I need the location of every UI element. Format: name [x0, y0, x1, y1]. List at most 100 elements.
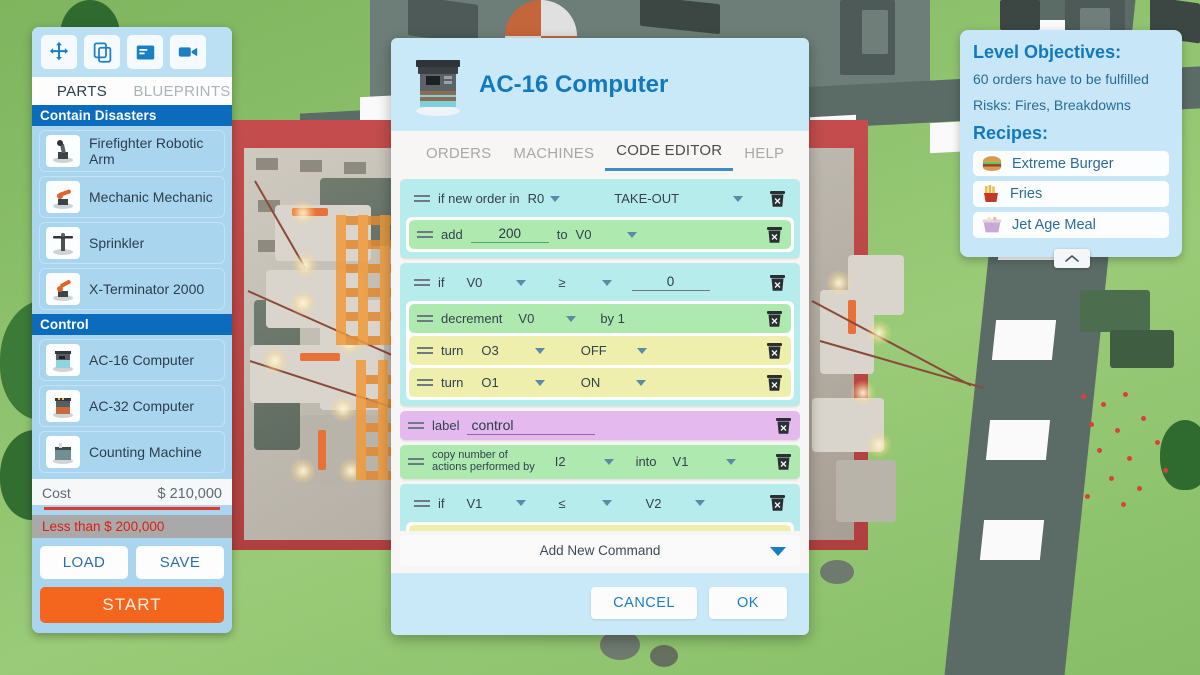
part-item-mechanic-mechanic[interactable]: Mechanic Mechanic: [39, 176, 225, 218]
mechanic-arm-icon: [53, 189, 73, 209]
part-item-x-terminator-2000[interactable]: X-Terminator 2000: [39, 268, 225, 310]
drag-handle-icon[interactable]: [414, 194, 430, 203]
right-operand-dropdown[interactable]: V2: [646, 496, 706, 511]
save-button[interactable]: SAVE: [136, 545, 224, 579]
left-operand-dropdown[interactable]: V0: [467, 275, 527, 290]
load-button[interactable]: LOAD: [40, 545, 128, 579]
part-label: Firefighter Robotic Arm: [89, 135, 204, 167]
delete-block-button[interactable]: [768, 494, 786, 513]
tab-parts[interactable]: PARTS: [32, 83, 132, 100]
drag-handle-icon[interactable]: [417, 314, 433, 323]
tab-orders[interactable]: ORDERS: [415, 145, 502, 171]
tab-machines[interactable]: MACHINES: [502, 145, 605, 171]
code-block-if-comparison[interactable]: if V0 ≥ 0 decrement V0 by 1 turn O3 OFF …: [400, 263, 800, 406]
tab-help[interactable]: HELP: [733, 145, 795, 171]
order-type-dropdown[interactable]: TAKE-OUT: [614, 191, 744, 206]
camera-tool-button[interactable]: [170, 35, 206, 69]
part-item-ac-32-computer[interactable]: AC-32 Computer: [39, 385, 225, 427]
operator-dropdown[interactable]: ≥: [558, 275, 612, 290]
delete-block-button[interactable]: [765, 530, 783, 531]
register-dropdown[interactable]: R0: [528, 191, 561, 206]
road-stripe: [991, 320, 1057, 360]
code-block-list[interactable]: if new order in R0 TAKE-OUT add 200 to V…: [400, 179, 800, 531]
trash-icon: [766, 226, 782, 243]
code-block-add[interactable]: add 200 to V0: [409, 220, 791, 249]
drag-handle-icon[interactable]: [414, 499, 430, 508]
code-block-if-new-order[interactable]: if new order in R0 TAKE-OUT add 200 to V…: [400, 179, 800, 258]
drag-handle-icon[interactable]: [408, 457, 424, 466]
blueprint-tool-button[interactable]: [127, 35, 163, 69]
left-operand-dropdown[interactable]: V1: [467, 496, 527, 511]
recipe-item-jet-age-meal[interactable]: Jet Age Meal: [973, 212, 1169, 238]
code-block-decrement[interactable]: decrement V0 by 1: [409, 304, 791, 333]
part-label: Sprinkler: [89, 235, 145, 251]
source-input-dropdown[interactable]: I2: [555, 454, 614, 469]
machine-unit: [836, 460, 896, 522]
target-variable-dropdown[interactable]: V0: [518, 311, 577, 326]
delete-block-button[interactable]: [774, 452, 792, 471]
delete-block-button[interactable]: [765, 309, 783, 328]
ac16-computer-icon: [53, 351, 73, 372]
block-keyword: if new order in: [438, 191, 520, 206]
target-variable-dropdown[interactable]: V0: [576, 227, 638, 242]
tab-code-editor[interactable]: CODE EDITOR: [605, 142, 734, 171]
drag-handle-icon[interactable]: [408, 421, 424, 430]
code-block-copy-actions[interactable]: copy number of actions performed by I2 i…: [400, 445, 800, 479]
code-block-turn-o3[interactable]: turn O3 OFF: [409, 336, 791, 365]
delete-block-button[interactable]: [765, 225, 783, 244]
label-name-input[interactable]: control: [467, 417, 596, 435]
chevron-down-icon: [636, 347, 647, 354]
delete-block-button[interactable]: [768, 273, 786, 292]
block-row: label control: [400, 411, 800, 440]
amount-input[interactable]: 200: [470, 226, 549, 243]
state-dropdown[interactable]: ON: [581, 375, 647, 390]
chevron-down-icon: [516, 500, 527, 507]
code-block-turn-o2[interactable]: turn O2 ON: [409, 524, 791, 531]
machine-unit: [848, 255, 904, 315]
delete-block-button[interactable]: [768, 189, 786, 208]
delete-block-button[interactable]: [765, 373, 783, 392]
copy-icon: [93, 41, 111, 63]
part-item-ac-16-computer[interactable]: AC-16 Computer: [39, 339, 225, 381]
part-item-firefighter-robotic-arm[interactable]: Firefighter Robotic Arm: [39, 130, 225, 172]
move-tool-button[interactable]: [41, 35, 77, 69]
part-label: X-Terminator 2000: [89, 281, 205, 297]
state-dropdown[interactable]: OFF: [581, 343, 647, 358]
counting-machine-icon: [53, 443, 73, 464]
operator-dropdown[interactable]: ≤: [558, 496, 612, 511]
collapse-objectives-button[interactable]: [1054, 249, 1090, 268]
part-thumbnail: [46, 273, 80, 305]
code-block-label[interactable]: label control: [400, 411, 800, 440]
start-button[interactable]: START: [40, 586, 224, 623]
delete-block-button[interactable]: [765, 341, 783, 360]
drag-handle-icon[interactable]: [417, 378, 433, 387]
block-row: turn O1 ON: [409, 368, 791, 397]
meal-box-icon: [982, 216, 1002, 233]
recipe-item-extreme-burger[interactable]: Extreme Burger: [973, 151, 1169, 176]
block-connector: to: [556, 227, 568, 242]
part-item-sprinkler[interactable]: Sprinkler: [39, 222, 225, 264]
output-dropdown[interactable]: O3: [481, 343, 545, 358]
drag-handle-icon[interactable]: [417, 230, 433, 239]
drag-handle-icon[interactable]: [417, 346, 433, 355]
code-block-turn-o1[interactable]: turn O1 ON: [409, 368, 791, 397]
robotic-arm-icon: [53, 140, 73, 163]
output-dropdown[interactable]: O1: [481, 375, 545, 390]
recipe-item-fries[interactable]: Fries: [973, 181, 1169, 207]
add-new-command-dropdown[interactable]: Add New Command: [400, 535, 800, 566]
tab-blueprints[interactable]: BLUEPRINTS: [132, 83, 232, 100]
code-block-if-v1-v2[interactable]: if V1 ≤ V2: [400, 483, 800, 531]
cancel-button[interactable]: CANCEL: [591, 587, 697, 619]
delete-block-button[interactable]: [774, 416, 792, 435]
ok-button[interactable]: OK: [709, 587, 787, 619]
fries-icon: [984, 185, 998, 202]
copy-tool-button[interactable]: [84, 35, 120, 69]
register-value: R0: [527, 191, 545, 206]
load-save-row: LOAD SAVE: [32, 538, 232, 584]
part-item-counting-machine[interactable]: Counting Machine: [39, 431, 225, 473]
right-operand-input[interactable]: 0: [631, 274, 710, 291]
trash-icon: [769, 274, 785, 291]
block-row: turn O3 OFF: [409, 336, 791, 365]
destination-variable-dropdown[interactable]: V1: [673, 454, 737, 469]
drag-handle-icon[interactable]: [414, 278, 430, 287]
